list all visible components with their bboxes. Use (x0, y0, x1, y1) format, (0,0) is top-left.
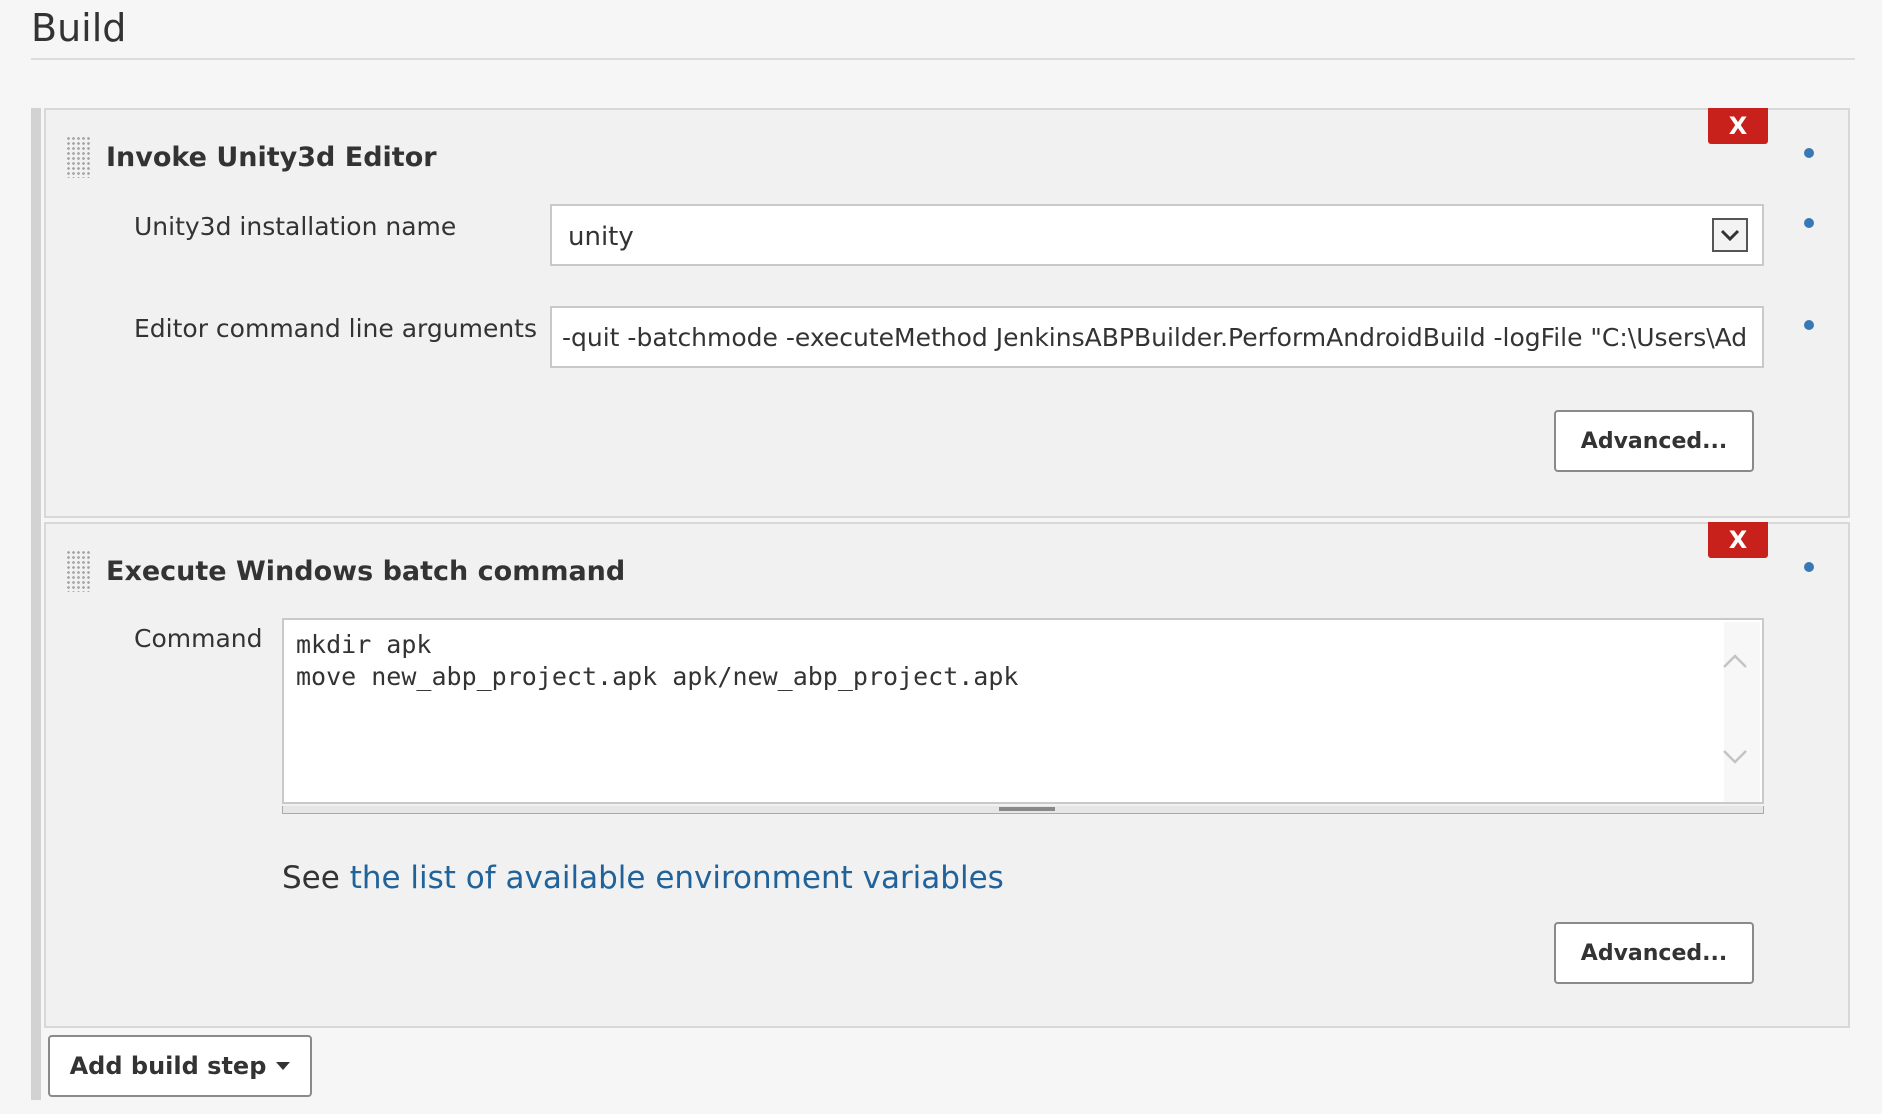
editor-args-input[interactable]: -quit -batchmode -executeMethod JenkinsA… (550, 306, 1764, 368)
help-icon[interactable] (1804, 320, 1814, 330)
advanced-button[interactable]: Advanced... (1554, 922, 1754, 984)
env-vars-link[interactable]: the list of available environment variab… (350, 860, 1004, 896)
advanced-button[interactable]: Advanced... (1554, 410, 1754, 472)
scroll-down-icon[interactable] (1720, 742, 1750, 772)
help-icon[interactable] (1804, 562, 1814, 572)
command-line: mkdir apk (296, 630, 432, 659)
build-step-batch: Execute Windows batch command X Command … (44, 522, 1850, 1028)
help-icon[interactable] (1804, 218, 1814, 228)
installation-name-label: Unity3d installation name (134, 212, 457, 241)
steps-rail (31, 108, 41, 1100)
step-title: Invoke Unity3d Editor (106, 142, 437, 173)
section-divider (31, 58, 1855, 60)
editor-args-label: Editor command line arguments (134, 314, 538, 343)
chevron-down-icon[interactable] (1712, 218, 1748, 252)
drag-handle-icon[interactable] (66, 550, 92, 592)
command-label: Command (134, 624, 263, 653)
drag-handle-icon[interactable] (66, 136, 92, 178)
build-step-unity: Invoke Unity3d Editor X Unity3d installa… (44, 108, 1850, 518)
step-title: Execute Windows batch command (106, 556, 626, 587)
grip-icon (999, 807, 1055, 811)
command-textarea[interactable]: mkdir apk move new_abp_project.apk apk/n… (282, 618, 1764, 804)
env-vars-help: See the list of available environment va… (282, 860, 1004, 896)
installation-name-select[interactable]: unity (550, 204, 1764, 266)
build-section: Build Invoke Unity3d Editor X Unity3d in… (0, 0, 1882, 1114)
caret-down-icon (276, 1062, 291, 1070)
delete-step-button[interactable]: X (1708, 108, 1768, 144)
textarea-resize-handle[interactable] (282, 806, 1764, 814)
add-build-step-button[interactable]: Add build step (48, 1035, 312, 1097)
delete-step-button[interactable]: X (1708, 522, 1768, 558)
add-build-step-label: Add build step (69, 1052, 267, 1080)
scroll-up-icon[interactable] (1720, 646, 1750, 676)
help-icon[interactable] (1804, 148, 1814, 158)
command-line: move new_abp_project.apk apk/new_abp_pro… (296, 662, 1019, 691)
help-prefix: See (282, 860, 350, 896)
installation-name-value: unity (568, 222, 634, 252)
section-title: Build (31, 6, 127, 50)
